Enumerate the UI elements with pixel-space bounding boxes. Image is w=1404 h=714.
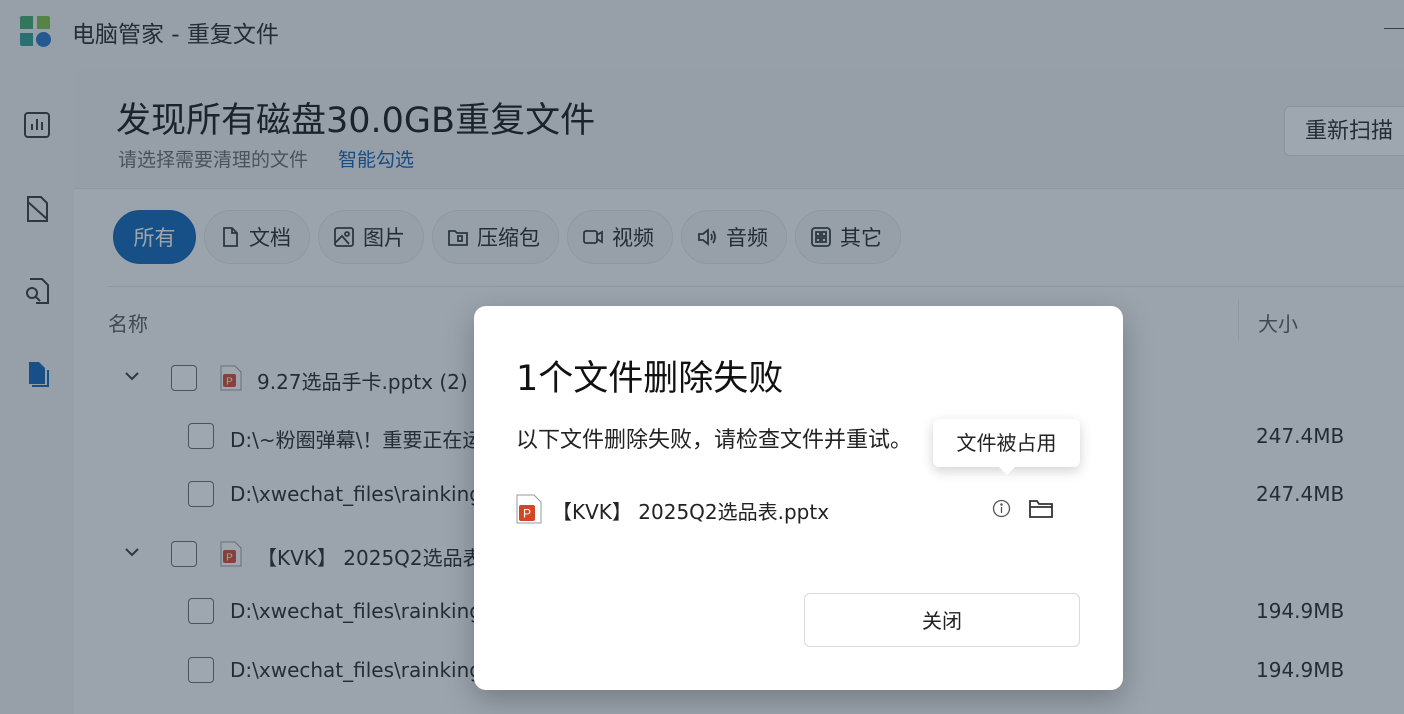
svg-text:P: P bbox=[523, 507, 531, 521]
failed-file-name: 【KVK】 2025Q2选品表.pptx bbox=[552, 500, 830, 524]
dialog-title: 1个文件删除失败 bbox=[516, 359, 784, 399]
delete-failed-dialog: 1个文件删除失败 以下文件删除失败，请检查文件并重试。 P 【KVK】 2025… bbox=[474, 306, 1123, 690]
pptx-file-icon: P bbox=[516, 494, 542, 524]
close-button[interactable]: 关闭 bbox=[804, 593, 1080, 647]
file-in-use-tooltip: 文件被占用 bbox=[933, 419, 1080, 475]
info-icon[interactable] bbox=[992, 499, 1011, 518]
dialog-message: 以下文件删除失败，请检查文件并重试。 bbox=[516, 428, 913, 453]
open-folder-icon[interactable] bbox=[1028, 497, 1054, 519]
